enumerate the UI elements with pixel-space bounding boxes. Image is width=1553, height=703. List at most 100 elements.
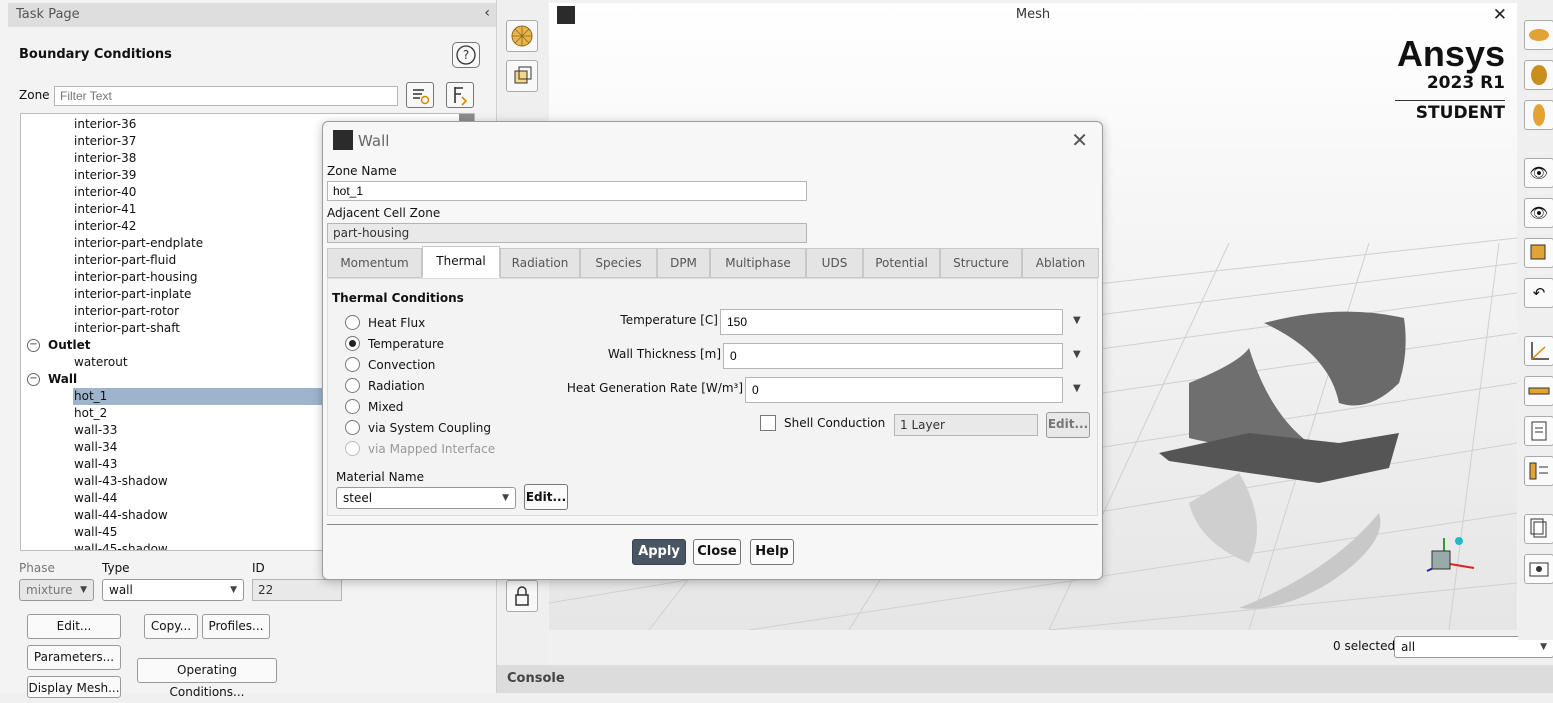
- zone-label: Zone: [19, 88, 50, 102]
- tab-momentum[interactable]: Momentum: [327, 248, 422, 278]
- material-edit-button[interactable]: Edit...: [524, 484, 568, 510]
- tree-item-label: wall-44: [74, 491, 118, 505]
- shell-layers-field: 1 Layer: [894, 414, 1038, 436]
- tree-item-label: wall-34: [74, 440, 118, 454]
- collapse-icon[interactable]: −: [27, 373, 40, 386]
- help-button[interactable]: Help: [750, 539, 794, 565]
- radio-via-mapped-interface: [345, 441, 360, 456]
- profiles-button[interactable]: Profiles...: [202, 614, 270, 639]
- heat-generation-input[interactable]: [745, 377, 1063, 403]
- selection-filter-value: all: [1401, 640, 1416, 654]
- heat-generation-label: Heat Generation Rate [W/m³]: [566, 381, 743, 395]
- group-by-icon[interactable]: [446, 82, 474, 108]
- tree-item-label: interior-part-shaft: [74, 321, 181, 335]
- chevron-down-icon[interactable]: ▼: [1073, 383, 1081, 394]
- help-icon[interactable]: ?: [452, 42, 480, 68]
- radio-heat-flux[interactable]: [345, 315, 360, 330]
- radio-temperature[interactable]: [345, 336, 360, 351]
- type-value: wall: [109, 583, 133, 597]
- radio-label: Convection: [368, 358, 436, 372]
- tab-species[interactable]: Species: [580, 248, 657, 278]
- radio-label: via System Coupling: [368, 421, 491, 435]
- radio-via-system-coupling[interactable]: [345, 420, 360, 435]
- tree-item-label: wall-45: [74, 525, 118, 539]
- shell-conduction-checkbox[interactable]: [760, 415, 776, 431]
- radio-label: Radiation: [368, 379, 425, 393]
- ruler-icon[interactable]: [1524, 376, 1553, 406]
- console-label: Console: [507, 671, 565, 686]
- radio-label: Heat Flux: [368, 316, 426, 330]
- radio-mixed[interactable]: [345, 399, 360, 414]
- chevron-down-icon[interactable]: ▼: [1073, 349, 1081, 360]
- task-page-title: Task Page: [16, 7, 80, 22]
- properties-icon[interactable]: [1524, 456, 1553, 486]
- axes-icon[interactable]: [1524, 336, 1553, 366]
- lock-icon[interactable]: [506, 580, 538, 612]
- selected-count: 0 selected: [1333, 639, 1396, 653]
- camera-icon[interactable]: [1524, 554, 1553, 584]
- wall-dialog: Wall ✕ Zone Name Adjacent Cell Zone part…: [322, 121, 1103, 580]
- collapse-icon[interactable]: ‹: [484, 5, 490, 21]
- close-icon[interactable]: ✕: [1071, 128, 1088, 152]
- view-side-icon[interactable]: [1524, 60, 1553, 90]
- copy-button[interactable]: Copy...: [144, 614, 198, 639]
- filter-options-icon[interactable]: [406, 82, 434, 108]
- temperature-input[interactable]: [720, 309, 1063, 335]
- zone-filter-input[interactable]: [54, 86, 398, 106]
- tab-potential[interactable]: Potential: [863, 248, 940, 278]
- rotate-icon[interactable]: ↶: [1524, 278, 1553, 308]
- tree-item-label: Outlet: [48, 338, 91, 352]
- view-top-icon[interactable]: [1524, 20, 1553, 50]
- task-page-header: Task Page ‹: [8, 3, 496, 27]
- tab-dpm[interactable]: DPM: [657, 248, 710, 278]
- console-bar[interactable]: Console: [497, 665, 1553, 693]
- section-title: Boundary Conditions: [19, 47, 172, 62]
- tab-uds[interactable]: UDS: [806, 248, 863, 278]
- view-front-icon[interactable]: [1524, 100, 1553, 130]
- id-label: ID: [252, 561, 265, 575]
- type-select[interactable]: wall ▼: [102, 579, 244, 601]
- dialog-title: Wall: [358, 132, 390, 150]
- wall-thickness-input[interactable]: [723, 343, 1063, 369]
- notes-icon[interactable]: [1524, 416, 1553, 446]
- eye-icon[interactable]: 👁: [1524, 158, 1553, 188]
- fluent-logo-icon: [333, 130, 353, 150]
- tab-multiphase[interactable]: Multiphase: [710, 248, 806, 278]
- tab-thermal[interactable]: Thermal: [422, 246, 500, 278]
- radio-label: Mixed: [368, 400, 404, 414]
- temperature-label: Temperature [C]: [620, 313, 718, 327]
- material-select[interactable]: steel ▼: [336, 487, 516, 509]
- apply-button[interactable]: Apply: [632, 539, 686, 565]
- mesh-display-icon[interactable]: [506, 20, 538, 52]
- eye-hide-icon[interactable]: 👁: [1524, 198, 1553, 228]
- radio-radiation[interactable]: [345, 378, 360, 393]
- edit-button[interactable]: Edit...: [27, 614, 121, 639]
- clip-box-icon[interactable]: [506, 60, 538, 92]
- tree-item-label: wall-43-shadow: [74, 474, 168, 488]
- tree-item-label: hot_2: [74, 406, 108, 420]
- parameters-button[interactable]: Parameters...: [27, 645, 121, 670]
- chevron-down-icon[interactable]: ▼: [1073, 315, 1081, 326]
- tree-item-label: interior-part-fluid: [74, 253, 177, 267]
- tree-item-label: Wall: [48, 372, 78, 386]
- fit-window-icon[interactable]: [1524, 238, 1553, 268]
- tree-item-label: waterout: [74, 355, 128, 369]
- zone-name-input[interactable]: [327, 181, 807, 201]
- close-button[interactable]: Close: [693, 539, 741, 565]
- operating-conditions-button[interactable]: Operating Conditions...: [137, 658, 277, 699]
- adjacent-cell-zone-label: Adjacent Cell Zone: [327, 206, 441, 220]
- collapse-icon[interactable]: −: [27, 339, 40, 352]
- display-mesh-button[interactable]: Display Mesh...: [27, 676, 121, 698]
- tab-ablation[interactable]: Ablation: [1022, 248, 1099, 278]
- tree-item-label: interior-38: [74, 151, 137, 165]
- tab-radiation[interactable]: Radiation: [500, 248, 580, 278]
- tree-item-label: wall-44-shadow: [74, 508, 168, 522]
- tree-item-label: interior-part-rotor: [74, 304, 180, 318]
- tab-structure[interactable]: Structure: [940, 248, 1022, 278]
- copy-view-icon[interactable]: [1524, 514, 1553, 544]
- tree-item-label: wall-33: [74, 423, 118, 437]
- radio-convection[interactable]: [345, 357, 360, 372]
- phase-value: mixture: [26, 583, 73, 597]
- chevron-down-icon: ▼: [1540, 642, 1547, 652]
- id-field: 22: [252, 579, 342, 601]
